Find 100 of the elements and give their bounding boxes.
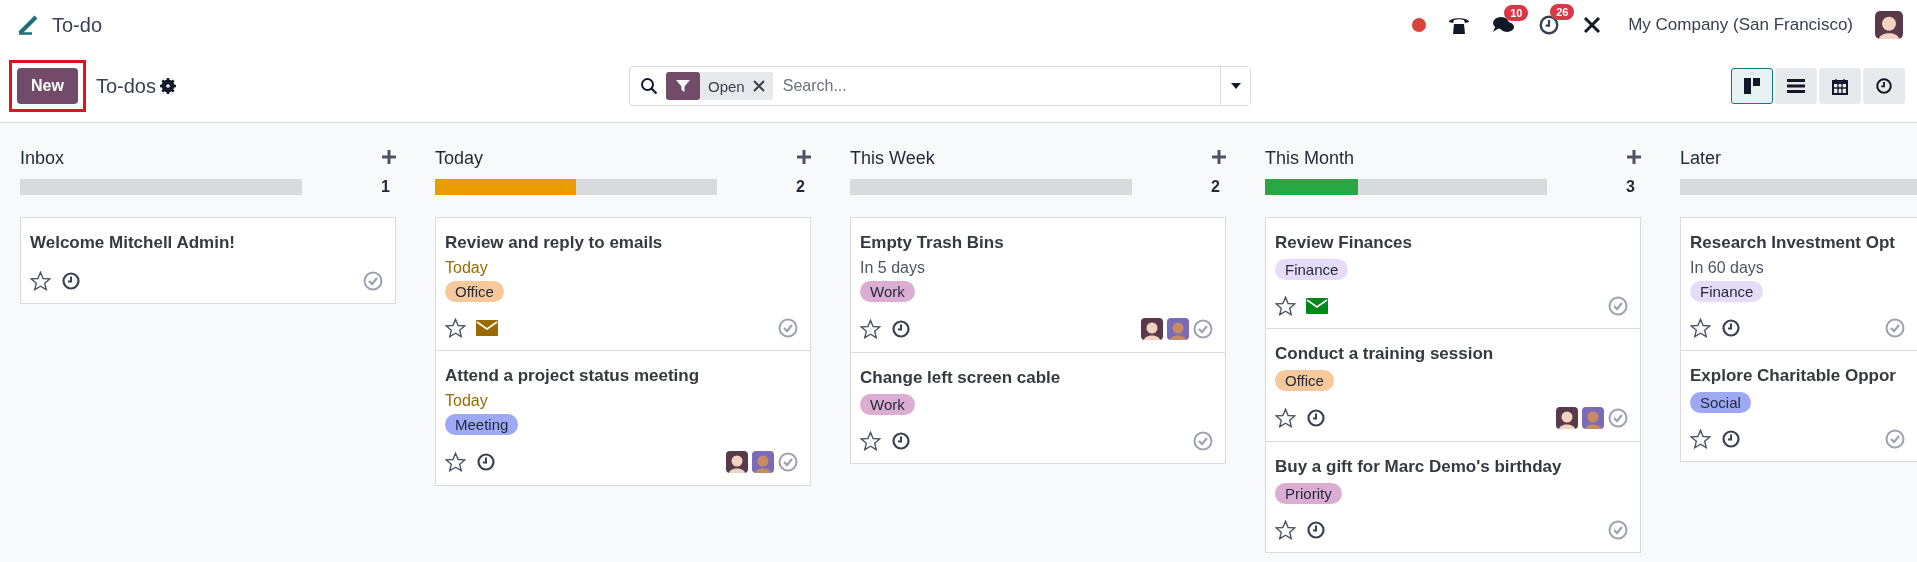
phone-icon[interactable]	[1448, 15, 1471, 35]
clock-icon[interactable]	[1721, 429, 1741, 449]
star-icon[interactable]	[1690, 318, 1711, 338]
count-badge: 26	[1550, 4, 1575, 20]
clock-icon[interactable]	[891, 319, 911, 339]
avatar-icon[interactable]	[1875, 11, 1903, 39]
done-check-icon[interactable]	[1885, 318, 1905, 338]
tag: Office	[1275, 370, 1334, 391]
star-icon[interactable]	[1275, 296, 1296, 316]
clock-icon[interactable]	[476, 452, 496, 472]
star-icon[interactable]	[1275, 408, 1296, 428]
add-card-button[interactable]	[1212, 149, 1226, 167]
search-icon	[640, 77, 658, 95]
task-card[interactable]: Empty Trash Bins In 5 days Work	[851, 218, 1225, 352]
task-title: Review Finances	[1275, 232, 1413, 254]
add-card-button[interactable]	[797, 149, 811, 167]
tag: Finance	[1275, 259, 1349, 280]
column-count: 1	[380, 178, 391, 196]
company-switcher[interactable]: My Company (San Francisco)	[1628, 15, 1853, 35]
tag: Office	[445, 281, 504, 302]
star-icon[interactable]	[860, 319, 881, 339]
search-options-toggle[interactable]	[1220, 67, 1250, 105]
column-title: This Week	[850, 147, 935, 169]
clock-icon[interactable]	[1306, 520, 1326, 540]
due-date: Today	[445, 392, 489, 410]
done-check-icon[interactable]	[1193, 319, 1213, 339]
close-icon	[752, 79, 765, 92]
task-card[interactable]: Explore Charitable Oppor Social	[1681, 350, 1917, 461]
task-card[interactable]: Research Investment Opt In 60 days Finance	[1681, 218, 1917, 350]
filter-facet: Open	[707, 77, 746, 95]
task-title: Research Investment Opt	[1690, 232, 1896, 254]
clock-icon[interactable]	[1306, 408, 1326, 428]
kanban-icon	[1743, 77, 1761, 95]
settings-icon[interactable]	[159, 78, 176, 94]
clock-icon[interactable]	[891, 431, 911, 451]
new-button[interactable]: New	[17, 68, 78, 104]
app-title[interactable]: To-do	[52, 13, 103, 37]
column-title: Today	[435, 147, 484, 169]
done-check-icon[interactable]	[778, 318, 798, 338]
envelope-icon[interactable]	[476, 320, 498, 336]
activity-clock-icon[interactable]	[1538, 14, 1561, 36]
task-card[interactable]: Change left screen cable Work	[851, 352, 1225, 463]
star-icon[interactable]	[1275, 520, 1296, 540]
task-card[interactable]: Review and reply to emails Today Office	[436, 218, 810, 350]
list-icon	[1787, 78, 1805, 94]
calendar-icon	[1832, 77, 1848, 95]
avatar-icon	[1582, 407, 1604, 429]
envelope-icon[interactable]	[1306, 298, 1328, 314]
tag: Meeting	[445, 414, 519, 435]
task-title: Change left screen cable	[860, 367, 1062, 389]
task-title: Conduct a training session	[1275, 343, 1495, 365]
done-check-icon[interactable]	[1608, 520, 1628, 540]
task-card[interactable]: Review Finances Finance	[1266, 218, 1640, 328]
star-icon[interactable]	[860, 431, 881, 451]
clock-icon[interactable]	[61, 271, 81, 291]
task-title: Welcome Mitchell Admin!	[30, 232, 236, 254]
column-count: 2	[795, 178, 806, 196]
star-icon[interactable]	[445, 452, 466, 472]
tag: Social	[1690, 392, 1751, 413]
done-check-icon[interactable]	[1608, 296, 1628, 316]
task-title: Empty Trash Bins	[860, 232, 1005, 254]
avatar-icon	[1556, 407, 1578, 429]
count-badge: 10	[1504, 5, 1529, 21]
tag: Finance	[1690, 281, 1764, 302]
avatar-icon	[752, 451, 774, 473]
star-icon[interactable]	[30, 271, 51, 291]
clock-icon	[1875, 77, 1893, 95]
column-title: This Month	[1265, 147, 1355, 169]
column-title: Later	[1680, 147, 1722, 169]
task-card[interactable]: Welcome Mitchell Admin!	[21, 218, 395, 303]
done-check-icon[interactable]	[1885, 429, 1905, 449]
star-icon[interactable]	[445, 318, 466, 338]
search-bar[interactable]: Open Search...	[629, 66, 1251, 106]
column-count: 3	[1625, 178, 1636, 196]
done-check-icon[interactable]	[1608, 408, 1628, 428]
tag: Work	[860, 281, 915, 302]
clock-icon[interactable]	[1721, 318, 1741, 338]
avatar-icon	[1141, 318, 1163, 340]
task-card[interactable]: Conduct a training session Office	[1266, 328, 1640, 441]
task-title: Explore Charitable Oppor	[1690, 365, 1897, 387]
status-dot	[1412, 18, 1427, 32]
column-count: 2	[1210, 178, 1221, 196]
done-check-icon[interactable]	[363, 271, 383, 291]
due-date: Today	[445, 259, 489, 277]
app-logo-icon[interactable]	[18, 15, 40, 35]
add-card-button[interactable]	[1627, 149, 1641, 167]
done-check-icon[interactable]	[1193, 431, 1213, 451]
task-title: Attend a project status meeting	[445, 365, 701, 387]
due-date: In 5 days	[860, 259, 926, 277]
task-card[interactable]: Attend a project status meeting Today Meeting	[436, 350, 810, 485]
task-card[interactable]: Buy a gift for Marc Demo's birthday Priority	[1266, 441, 1640, 552]
done-check-icon[interactable]	[778, 452, 798, 472]
tag: Priority	[1275, 483, 1342, 504]
avatar-icon	[1167, 318, 1189, 340]
column-title: Inbox	[20, 147, 65, 169]
star-icon[interactable]	[1690, 429, 1711, 449]
chat-icon[interactable]	[1492, 15, 1517, 35]
avatar-icon	[726, 451, 748, 473]
add-card-button[interactable]	[382, 149, 396, 167]
view-switch-button[interactable]	[1731, 68, 1773, 104]
